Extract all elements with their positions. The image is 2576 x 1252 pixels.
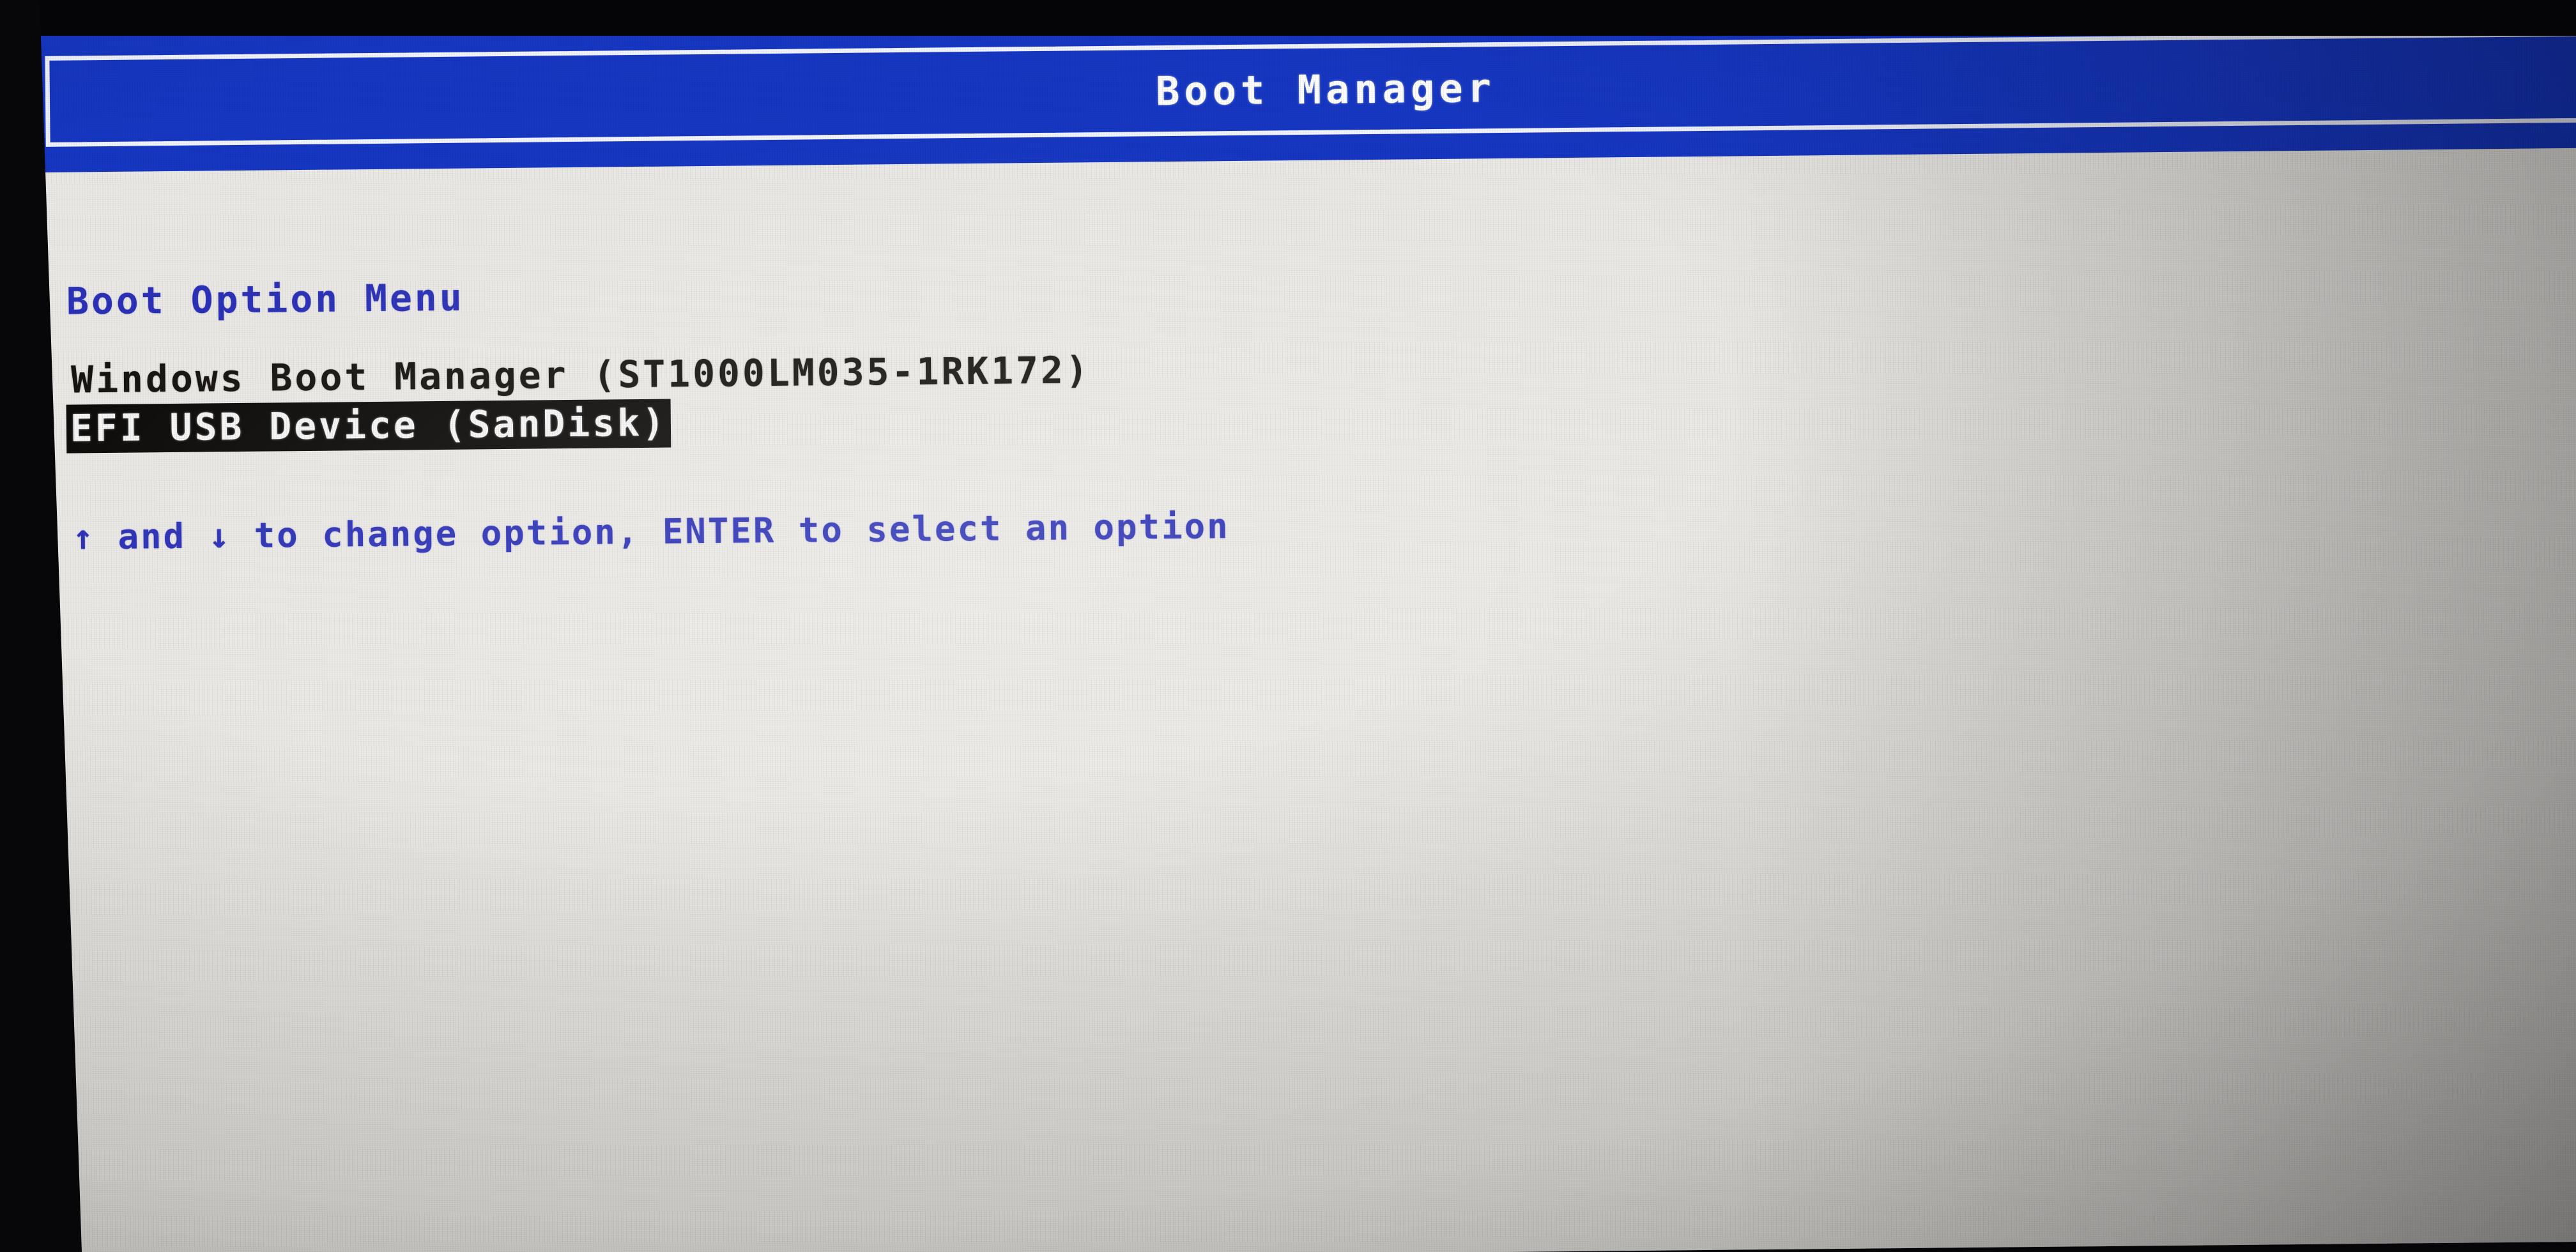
boot-manager-screenshot: Boot Manager Boot Option Menu Windows Bo… [0, 0, 2576, 1252]
boot-option-menu-heading: Boot Option Menu [66, 275, 465, 323]
content-area: Boot Option Menu Windows Boot Manager (S… [38, 148, 2576, 1252]
bezel-top-edge [0, 0, 2576, 36]
page-title: Boot Manager [1155, 64, 1496, 114]
display-panel: Boot Manager Boot Option Menu Windows Bo… [37, 8, 2576, 1252]
boot-option-efi-usb-device[interactable]: EFI USB Device (SanDisk) [66, 399, 671, 454]
bios-screen: Boot Manager Boot Option Menu Windows Bo… [37, 8, 2576, 1252]
keyboard-hint-text: ↑ and ↓ to change option, ENTER to selec… [72, 506, 1230, 558]
boot-option-windows-boot-manager[interactable]: Windows Boot Manager (ST1000LM035-1RK172… [67, 346, 1094, 404]
title-bar-frame: Boot Manager [45, 31, 2576, 147]
boot-option-list: Windows Boot Manager (ST1000LM035-1RK172… [66, 338, 1984, 454]
